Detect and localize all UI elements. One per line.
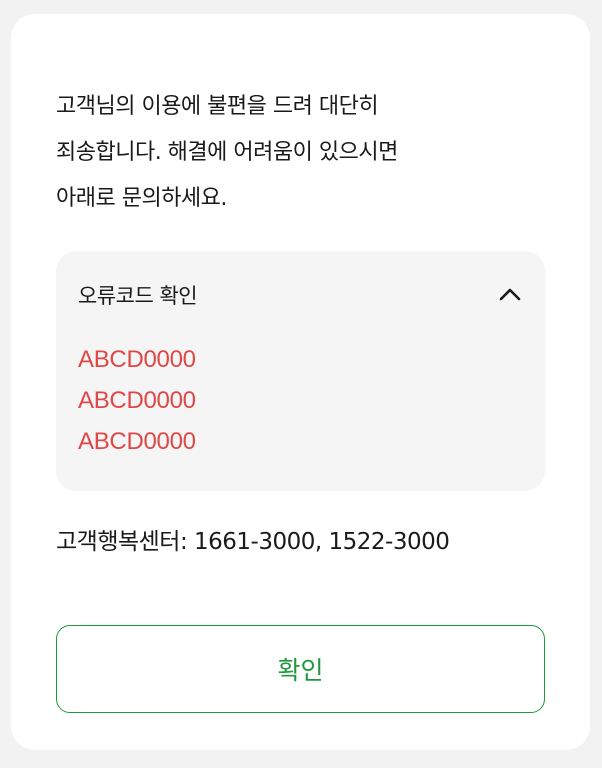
error-code: ABCD0000 — [78, 428, 196, 455]
error-code: ABCD0000 — [78, 387, 196, 414]
error-code-toggle[interactable]: 오류코드 확인 — [78, 275, 523, 315]
chevron-up-icon[interactable] — [497, 282, 523, 308]
error-code-title: 오류코드 확인 — [78, 284, 198, 308]
error-code-panel: 오류코드 확인 ABCD0000 ABCD0000 ABCD0000 — [56, 251, 545, 491]
error-dialog: 고객님의 이용에 불편을 드려 대단히 죄송합니다. 해결에 어려움이 있으시면… — [11, 14, 590, 750]
confirm-button[interactable]: 확인 — [56, 625, 545, 713]
error-code: ABCD0000 — [78, 346, 196, 373]
error-message: 고객님의 이용에 불편을 드려 대단히 죄송합니다. 해결에 어려움이 있으시면… — [56, 84, 526, 222]
error-code-list: ABCD0000 ABCD0000 ABCD0000 — [78, 339, 196, 462]
message-line: 죄송합니다. 해결에 어려움이 있으시면 — [56, 140, 398, 165]
message-line: 아래로 문의하세요. — [56, 186, 227, 211]
message-line: 고객님의 이용에 불편을 드려 대단히 — [56, 94, 379, 119]
customer-center-contact: 고객행복센터: 1661-3000, 1522-3000 — [56, 529, 450, 555]
